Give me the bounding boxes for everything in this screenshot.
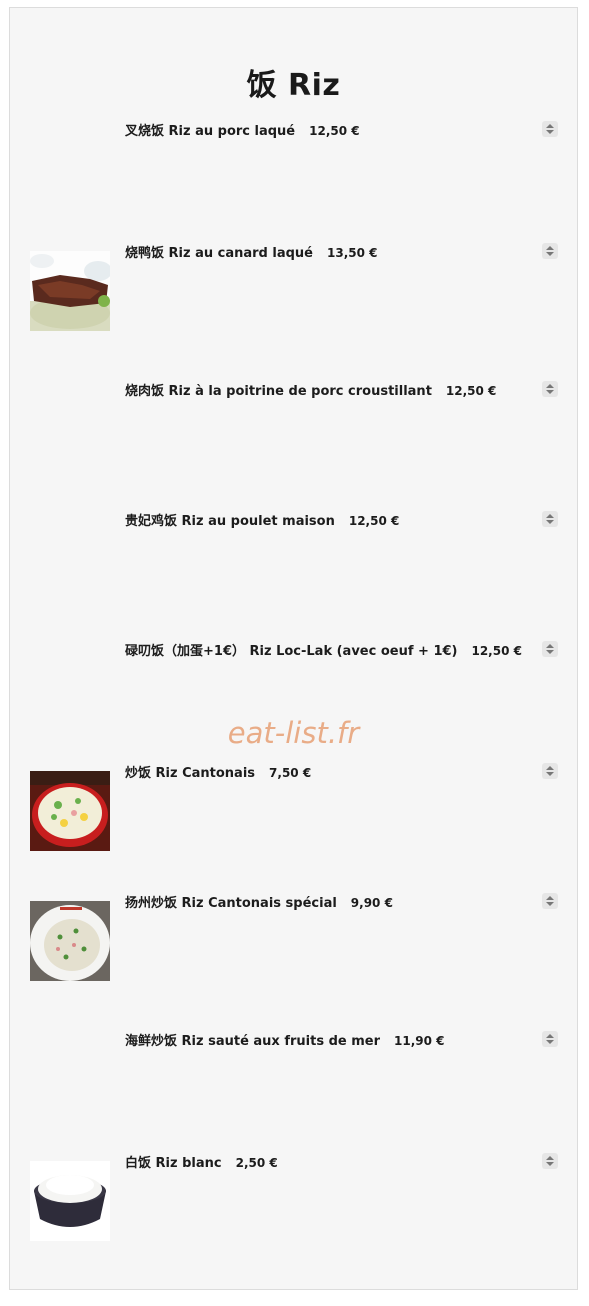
quantity-stepper[interactable] (542, 893, 558, 909)
quantity-stepper[interactable] (542, 381, 558, 397)
item-name: 碌叨饭（加蛋+1€） Riz Loc-Lak (avec oeuf + 1€) (125, 644, 458, 659)
chevron-up-icon (546, 1156, 554, 1160)
menu-item: 烧鸭饭 Riz au canard laqué 13,50 € (30, 243, 558, 331)
item-price: 11,90 € (394, 1034, 445, 1048)
item-price: 12,50 € (309, 124, 360, 138)
chevron-down-icon (546, 650, 554, 654)
item-name: 炒饭 Riz Cantonais (125, 766, 256, 781)
menu-item: 海鲜炒饭 Riz sauté aux fruits de mer 11,90 € (30, 1031, 558, 1119)
item-price: 9,90 € (350, 896, 393, 910)
dish-photo-fried-rice (30, 771, 110, 851)
item-price: 2,50 € (235, 1156, 278, 1170)
item-name: 贵妃鸡饭 Riz au poulet maison (125, 514, 335, 529)
quantity-stepper[interactable] (542, 763, 558, 779)
menu-item: 炒饭 Riz Cantonais 7,50 € (30, 763, 558, 851)
item-name: 叉烧饭 Riz au porc laqué (125, 124, 296, 139)
chevron-down-icon (546, 252, 554, 256)
chevron-up-icon (546, 1034, 554, 1038)
chevron-down-icon (546, 1162, 554, 1166)
item-price: 7,50 € (269, 766, 312, 780)
chevron-up-icon (546, 644, 554, 648)
chevron-up-icon (546, 384, 554, 388)
item-price: 12,50 € (445, 384, 497, 398)
quantity-stepper[interactable] (542, 121, 558, 137)
item-price: 12,50 € (348, 514, 400, 528)
chevron-down-icon (546, 902, 554, 906)
dish-photo-yangzhou-rice (30, 901, 110, 981)
item-price: 12,50 € (471, 644, 522, 658)
chevron-up-icon (546, 896, 554, 900)
item-name: 白饭 Riz blanc (125, 1156, 222, 1171)
chevron-up-icon (546, 766, 554, 770)
quantity-stepper[interactable] (542, 243, 558, 259)
menu-item: 贵妃鸡饭 Riz au poulet maison 12,50 € (30, 511, 558, 599)
menu-item: 白饭 Riz blanc 2,50 € (30, 1153, 558, 1241)
chevron-down-icon (546, 520, 554, 524)
chevron-down-icon (546, 130, 554, 134)
chevron-up-icon (546, 246, 554, 250)
chevron-up-icon (546, 124, 554, 128)
watermark: eat-list.fr (227, 716, 360, 750)
item-name: 海鲜炒饭 Riz sauté aux fruits de mer (125, 1034, 381, 1049)
menu-item: 烧肉饭 Riz à la poitrine de porc croustilla… (30, 381, 558, 469)
menu-item: 叉烧饭 Riz au porc laqué 12,50 € (30, 121, 558, 209)
quantity-stepper[interactable] (542, 511, 558, 527)
item-name: 烧肉饭 Riz à la poitrine de porc croustilla… (125, 384, 432, 399)
chevron-down-icon (546, 390, 554, 394)
dish-photo-duck (30, 251, 110, 331)
quantity-stepper[interactable] (542, 1031, 558, 1047)
item-price: 13,50 € (327, 246, 378, 260)
chevron-down-icon (546, 772, 554, 776)
quantity-stepper[interactable] (542, 641, 558, 657)
chevron-up-icon (546, 514, 554, 518)
quantity-stepper[interactable] (542, 1153, 558, 1169)
menu-item: 扬州炒饭 Riz Cantonais spécial 9,90 € (30, 893, 558, 981)
menu-card: 饭 Riz 叉烧饭 Riz au porc laqué 12,50 € 烧鸭饭 R… (9, 7, 578, 1290)
item-name: 扬州炒饭 Riz Cantonais spécial (125, 896, 337, 911)
section-title: 饭 Riz (246, 68, 341, 103)
item-name: 烧鸭饭 Riz au canard laqué (125, 246, 313, 261)
chevron-down-icon (546, 1040, 554, 1044)
dish-photo-white-rice (30, 1161, 110, 1241)
